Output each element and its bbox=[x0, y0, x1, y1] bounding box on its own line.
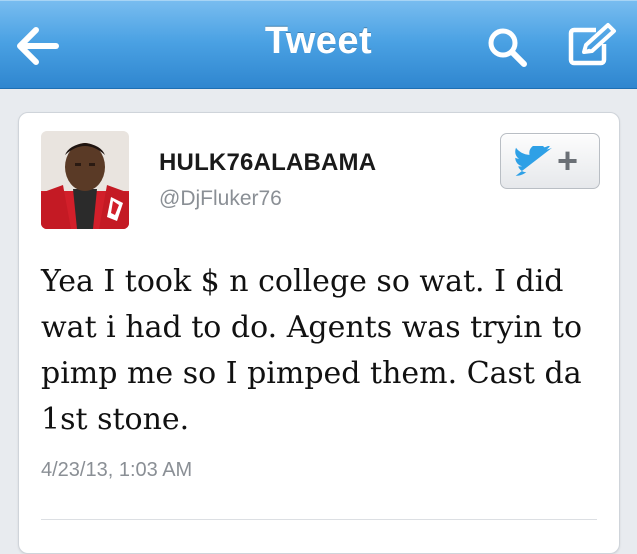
avatar-photo bbox=[41, 131, 129, 229]
tweet-text: Yea I took $ n college so wat. I did wat… bbox=[41, 264, 583, 437]
search-button[interactable] bbox=[486, 26, 530, 68]
tweet-card: HULK76ALABAMA @DjFluker76 + Yea I took $… bbox=[18, 112, 620, 554]
user-handle[interactable]: @DjFluker76 bbox=[159, 187, 282, 211]
twitter-bird-icon bbox=[515, 146, 553, 176]
navigation-bar: Tweet bbox=[0, 0, 637, 89]
search-icon bbox=[488, 28, 527, 67]
compose-icon bbox=[568, 23, 616, 66]
display-name[interactable]: HULK76ALABAMA bbox=[159, 149, 376, 177]
follow-button[interactable]: + bbox=[500, 133, 600, 189]
page-title: Tweet bbox=[264, 20, 373, 62]
follow-plus-label: + bbox=[557, 140, 579, 181]
avatar[interactable] bbox=[41, 131, 129, 229]
compose-button[interactable] bbox=[566, 22, 618, 68]
tweet-timestamp: 4/23/13, 1:03 AM bbox=[41, 459, 193, 481]
divider bbox=[41, 519, 597, 520]
